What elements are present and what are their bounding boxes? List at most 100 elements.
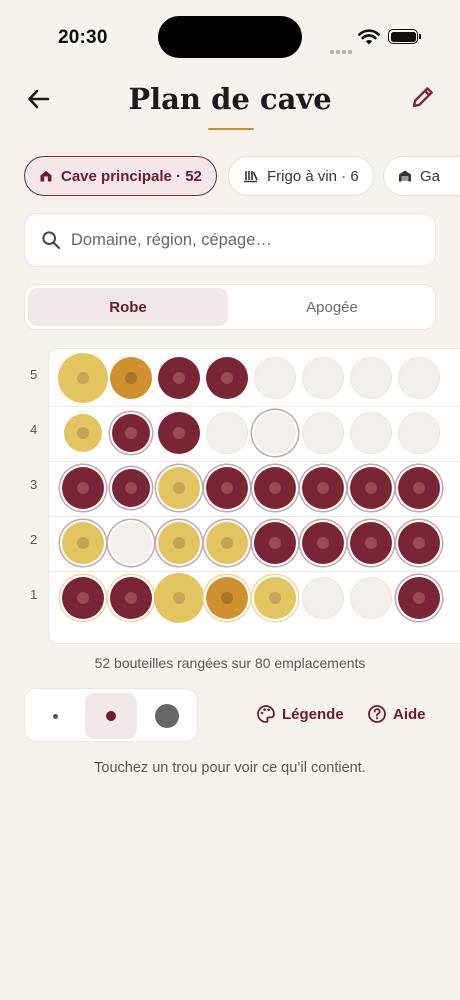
bottle-cap-dot <box>77 537 89 549</box>
palette-icon <box>257 705 275 723</box>
empty-slot[interactable] <box>350 412 392 454</box>
bottle-cap-dot <box>77 427 89 439</box>
bottle-slot-red[interactable] <box>62 467 104 509</box>
bottle-cap-dot <box>221 482 233 494</box>
legend-label: Légende <box>282 705 344 723</box>
empty-slot[interactable] <box>254 412 296 454</box>
bottle-slot-red[interactable] <box>350 522 392 564</box>
size-small-button[interactable] <box>29 693 81 739</box>
bottle-cap-dot <box>317 482 329 494</box>
bottle-cap-dot <box>125 427 137 439</box>
small-dot-icon <box>52 713 58 719</box>
bottle-slot-white[interactable] <box>154 573 204 623</box>
row-label: 3 <box>30 477 38 492</box>
cellular-signal-icon <box>330 41 354 59</box>
bottle-slot-white[interactable] <box>58 353 108 403</box>
title-underline <box>208 128 254 130</box>
bottle-cap-dot <box>269 537 281 549</box>
bottle-cap-dot <box>221 372 233 384</box>
large-dot-icon <box>155 704 179 728</box>
bottle-cap-dot <box>269 482 281 494</box>
dot-size-selector <box>24 688 198 742</box>
rack-caption: 52 bouteilles rangées sur 80 emplacement… <box>94 655 366 671</box>
bottle-cap-dot <box>77 482 89 494</box>
empty-slot[interactable] <box>206 412 248 454</box>
bottle-cap-dot <box>413 592 425 604</box>
rack-divider <box>49 405 460 407</box>
bottle-slot-amber[interactable] <box>206 577 248 619</box>
bottle-slot-red[interactable] <box>398 577 440 619</box>
bottle-slot-red[interactable] <box>302 522 344 564</box>
bottle-cap-dot <box>269 592 281 604</box>
bottle-cap-dot <box>125 482 137 494</box>
chip-cave-principale[interactable]: Cave principale · 52 <box>24 156 217 196</box>
row-label: 1 <box>30 587 38 602</box>
search-input[interactable] <box>71 230 401 250</box>
search-bar[interactable] <box>24 213 436 267</box>
tab-robe[interactable]: Robe <box>28 288 228 326</box>
row-label: 2 <box>30 532 38 547</box>
bottle-slot-red[interactable] <box>62 577 104 619</box>
location-chips: Cave principale · 52 Frigo à vin · 6 Ga <box>0 156 460 198</box>
bottle-slot-white[interactable] <box>158 522 200 564</box>
rack-divider <box>49 570 460 572</box>
bottle-cap-dot <box>317 537 329 549</box>
empty-slot[interactable] <box>254 357 296 399</box>
bottle-slot-amber[interactable] <box>110 357 152 399</box>
size-large-button[interactable] <box>141 693 193 739</box>
chip-label: Cave principale · 52 <box>61 167 202 185</box>
bottle-slot-white[interactable] <box>158 467 200 509</box>
bottle-cap-dot <box>173 482 185 494</box>
page-title: Plan de cave <box>128 82 332 116</box>
garage-icon <box>399 170 411 182</box>
hint-text: Touchez un trou pour voir ce qu’il conti… <box>94 760 366 776</box>
empty-slot[interactable] <box>302 412 344 454</box>
tab-apogee[interactable]: Apogée <box>232 288 432 326</box>
bottle-slot-red[interactable] <box>158 412 200 454</box>
bottle-cap-dot <box>365 537 377 549</box>
status-time: 20:30 <box>58 27 108 48</box>
house-icon <box>40 170 52 182</box>
empty-slot[interactable] <box>398 412 440 454</box>
bottle-slot-red[interactable] <box>254 522 296 564</box>
bottle-slot-red[interactable] <box>110 577 152 619</box>
chip-label: Frigo à vin · 6 <box>267 167 359 185</box>
bottle-slot-red[interactable] <box>398 467 440 509</box>
bottle-slot-white[interactable] <box>206 522 248 564</box>
cellar-rack <box>48 348 460 644</box>
empty-slot[interactable] <box>350 357 392 399</box>
empty-slot[interactable] <box>302 357 344 399</box>
bottle-slot-red[interactable] <box>206 467 248 509</box>
wine-fridge-icon <box>244 171 258 183</box>
bottle-slot-red[interactable] <box>398 522 440 564</box>
bottle-slot-red[interactable] <box>112 469 150 507</box>
bottle-slot-white[interactable] <box>64 414 102 452</box>
bottle-slot-red[interactable] <box>302 467 344 509</box>
chip-garage[interactable]: Ga <box>383 156 460 196</box>
empty-slot[interactable] <box>110 522 152 564</box>
empty-slot[interactable] <box>398 357 440 399</box>
bottle-slot-red[interactable] <box>158 357 200 399</box>
bottle-slot-white[interactable] <box>254 577 296 619</box>
chip-frigo-a-vin[interactable]: Frigo à vin · 6 <box>228 156 374 196</box>
bottle-cap-dot <box>413 482 425 494</box>
legend-button[interactable]: Légende <box>256 704 344 724</box>
empty-slot[interactable] <box>302 577 344 619</box>
help-circle-icon <box>368 705 386 723</box>
empty-slot[interactable] <box>350 577 392 619</box>
bottle-slot-red[interactable] <box>350 467 392 509</box>
status-bar: 20:30 <box>0 0 460 70</box>
battery-icon <box>388 29 421 44</box>
bottle-slot-red[interactable] <box>254 467 296 509</box>
bottle-cap-dot <box>77 592 89 604</box>
bottle-slot-red[interactable] <box>206 357 248 399</box>
bottle-cap-dot <box>173 427 185 439</box>
bottle-slot-white[interactable] <box>62 522 104 564</box>
search-icon <box>42 231 61 250</box>
chip-label: Ga <box>420 167 441 185</box>
bottle-slot-red[interactable] <box>112 414 150 452</box>
pencil-icon[interactable] <box>408 82 438 112</box>
help-button[interactable]: Aide <box>367 704 426 724</box>
size-medium-button[interactable] <box>85 693 137 739</box>
bottle-cap-dot <box>173 372 185 384</box>
